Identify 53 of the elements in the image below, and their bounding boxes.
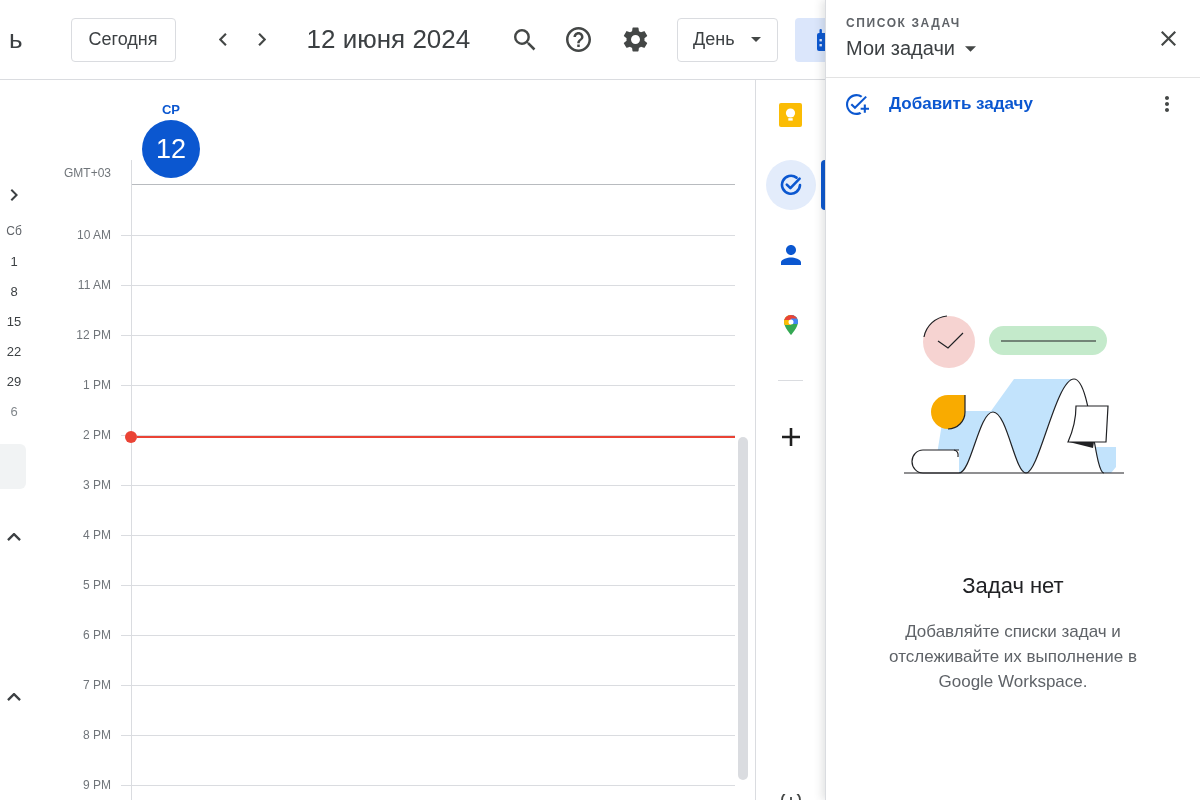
close-icon — [1160, 31, 1176, 46]
day-cell[interactable]: 6 — [2, 396, 26, 426]
date-title: 12 июня 2024 — [306, 24, 471, 55]
time-label: 4 PM — [83, 528, 111, 542]
person-icon — [780, 245, 801, 265]
list-select[interactable]: Мои задачи — [846, 35, 976, 62]
time-label: 8 PM — [83, 728, 111, 742]
settings-icon — [622, 27, 648, 52]
time-label: 6 PM — [83, 628, 111, 642]
time-label: 11 AM — [77, 278, 111, 292]
lightbulb-icon — [779, 103, 802, 127]
caret-icon — [751, 37, 761, 42]
timezone-label: GMT+03 — [64, 165, 111, 180]
empty-title: Задач нет — [962, 573, 1064, 599]
view-select[interactable]: День — [677, 17, 778, 62]
time-label: 7 PM — [83, 678, 111, 692]
add-task-icon — [846, 93, 869, 115]
chevron-left-icon — [218, 33, 227, 46]
chevron-right-icon — [10, 189, 18, 201]
list-label: СПИСОК ЗАДАЧ — [846, 15, 961, 30]
add-task-button[interactable]: Добавить задачу — [846, 93, 1033, 115]
help-icon — [565, 27, 591, 52]
day-cell[interactable]: 8 — [2, 276, 26, 306]
caret-icon — [965, 45, 976, 52]
today-button[interactable]: Сегодня — [70, 17, 176, 62]
time-label: 1 PM — [83, 378, 111, 392]
time-label: 12 PM — [76, 328, 111, 342]
calendar-view-button[interactable] — [795, 17, 825, 62]
app-title: ь — [9, 24, 23, 55]
scrollbar-thumb[interactable] — [738, 437, 748, 780]
calendar-icon — [816, 28, 825, 51]
time-label: 9 PM — [83, 778, 111, 792]
check-circle-icon — [779, 174, 802, 196]
time-label: 10 AM — [76, 228, 111, 242]
search-icon — [514, 28, 536, 51]
day-cell[interactable]: 29 — [2, 366, 26, 396]
day-cell[interactable]: 22 — [2, 336, 26, 366]
more-icon — [1165, 96, 1169, 112]
time-label: 3 PM — [83, 478, 111, 492]
time-label: 5 PM — [83, 578, 111, 592]
day-cell[interactable]: 15 — [2, 306, 26, 336]
today-date[interactable]: 12 — [142, 120, 200, 178]
weekday-label: СР — [161, 103, 181, 117]
map-pin-icon — [783, 315, 798, 335]
empty-description: Добавляйте списки задач и отслеживайте их выполнение в Google Workspace. — [888, 621, 1138, 693]
selected-indicator — [821, 160, 825, 210]
chevron-right-icon — [257, 33, 266, 46]
day-cell[interactable]: 1 — [2, 246, 26, 276]
plus-icon — [781, 428, 800, 446]
circle-icon[interactable] — [780, 794, 801, 800]
time-label: 2 PM — [83, 428, 111, 442]
weekday-label: Сб — [6, 223, 22, 240]
side-panel-tab[interactable] — [765, 160, 816, 210]
